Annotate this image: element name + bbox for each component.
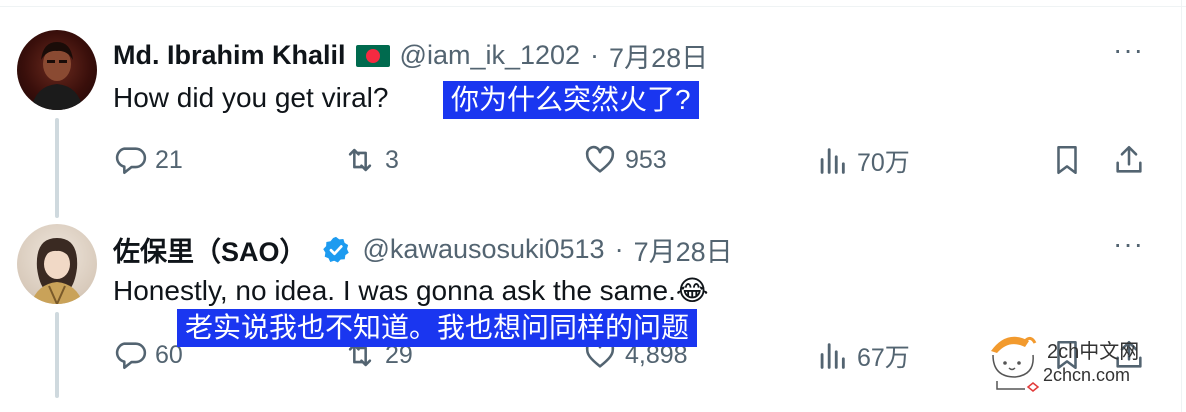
- thread-line: [55, 312, 59, 398]
- mascot-logo-icon: [991, 336, 1040, 392]
- avatar[interactable]: [17, 30, 97, 110]
- views-button[interactable]: 67万: [815, 338, 910, 374]
- views-button[interactable]: 70万: [815, 143, 910, 179]
- view-count: 70万: [857, 149, 910, 177]
- heart-icon: [585, 145, 615, 173]
- tweet-header: 佐保里（SAO） @kawausosuki0513 · 7月28日: [113, 230, 733, 269]
- bookmark-button[interactable]: [1050, 143, 1084, 177]
- user-handle[interactable]: @iam_ik_1202: [400, 40, 581, 71]
- display-name[interactable]: 佐保里（SAO）: [113, 230, 307, 269]
- like-button[interactable]: 953: [583, 143, 667, 177]
- avatar-portrait-icon: [31, 238, 83, 304]
- separator-dot: ·: [590, 40, 600, 70]
- retweet-button[interactable]: 3: [343, 143, 399, 177]
- separator-dot: ·: [614, 234, 624, 264]
- bangladesh-flag-icon: [355, 44, 390, 67]
- tweet-date[interactable]: 7月28日: [634, 230, 733, 269]
- watermark: 2ch中文网 2chcn.com: [985, 325, 1155, 395]
- tweet-date[interactable]: 7月28日: [609, 36, 708, 75]
- tweet-text: Honestly, no idea. I was gonna ask the s…: [113, 275, 709, 306]
- reply-button[interactable]: 21: [113, 143, 183, 177]
- verified-badge-icon[interactable]: [321, 235, 351, 265]
- translation-overlay: 老实说我也不知道。我也想问同样的问题: [177, 309, 698, 347]
- reply-count: 21: [155, 145, 183, 174]
- reply-button[interactable]: 60: [113, 338, 183, 372]
- more-options-icon[interactable]: ···: [1113, 228, 1144, 260]
- share-button[interactable]: [1112, 143, 1146, 177]
- views-chart-icon: [820, 148, 845, 174]
- translation-overlay: 你为什么突然火了?: [443, 81, 699, 119]
- display-name[interactable]: Md. Ibrahim Khalil: [113, 40, 346, 71]
- more-options-icon[interactable]: ···: [1113, 34, 1144, 66]
- avatar-portrait-icon: [31, 42, 83, 110]
- user-handle[interactable]: @kawausosuki0513: [363, 234, 605, 265]
- thread-line: [55, 118, 59, 218]
- tweet-header: Md. Ibrahim Khalil @iam_ik_1202 · 7月28日: [113, 36, 708, 75]
- reply-icon: [115, 342, 147, 370]
- reply-icon: [115, 147, 147, 175]
- watermark-site-name: 2ch中文网: [1047, 341, 1140, 363]
- views-chart-icon: [820, 343, 845, 369]
- view-count: 67万: [857, 344, 910, 372]
- right-divider: [1181, 0, 1182, 412]
- avatar[interactable]: [17, 224, 97, 304]
- watermark-url: 2chcn.com: [1043, 365, 1131, 385]
- bookmark-icon: [1057, 145, 1077, 175]
- retweet-count: 3: [385, 145, 399, 174]
- retweet-icon: [348, 148, 372, 172]
- like-count: 953: [625, 145, 667, 174]
- tweet-text: How did you get viral?: [113, 82, 389, 113]
- share-icon: [1116, 145, 1142, 173]
- top-divider: [0, 6, 1186, 7]
